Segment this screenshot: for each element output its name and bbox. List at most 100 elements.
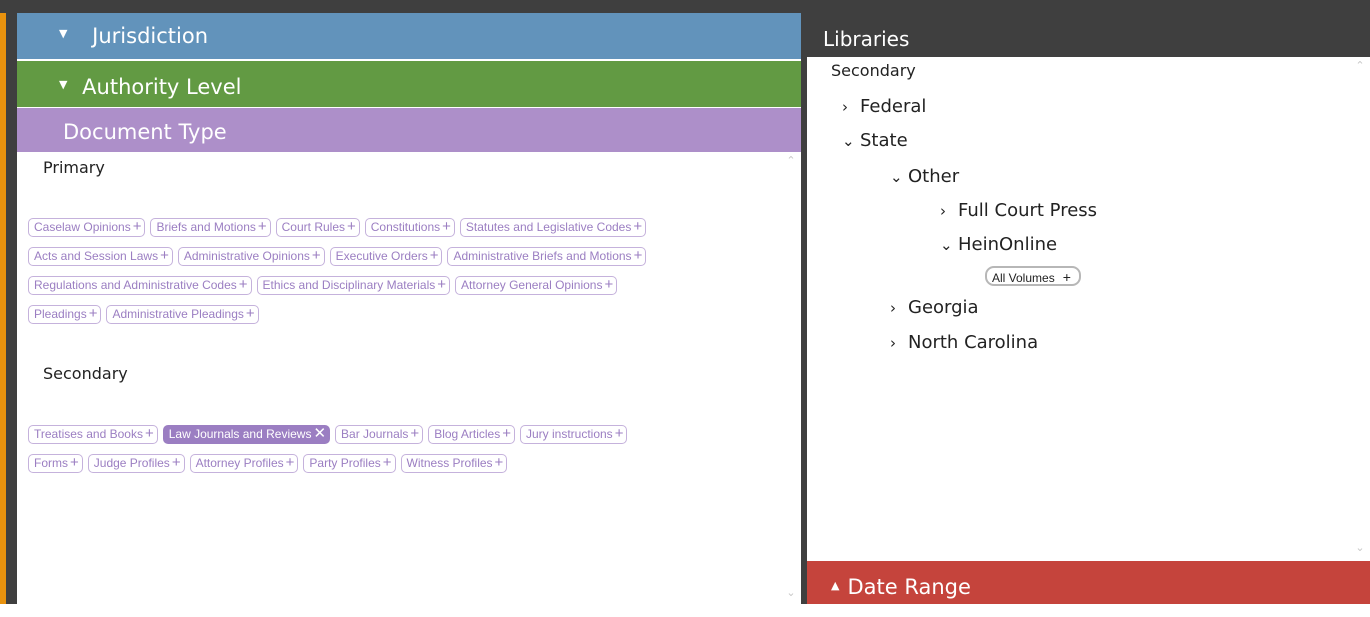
chip-label: Ethics and Disciplinary Materials (262, 278, 436, 292)
document-type-header[interactable]: Document Type (17, 108, 801, 152)
filter-chip[interactable]: Party Profiles + (303, 454, 396, 473)
plus-icon: + (442, 218, 451, 235)
chip-label: Administrative Pleadings (112, 307, 244, 321)
filter-chip[interactable]: Treatises and Books + (28, 425, 158, 444)
document-type-label: Document Type (63, 120, 227, 144)
tree-item-heinonline[interactable]: ⌄ HeinOnline (940, 234, 1057, 255)
plus-icon: + (70, 454, 79, 471)
filter-chip[interactable]: Constitutions + (364, 218, 455, 237)
plus-icon: + (604, 276, 614, 293)
plus-icon: + (144, 425, 154, 442)
filter-chip[interactable]: Briefs and Motions + (150, 218, 271, 237)
plus-icon: + (614, 425, 624, 442)
chip-label: Pleadings (34, 307, 87, 321)
collapse-arrow-icon: ▼ (59, 78, 68, 91)
plus-icon: + (285, 454, 295, 471)
filter-chip[interactable]: Jury instructions + (519, 425, 628, 444)
chip-label: Briefs and Motions (156, 220, 256, 234)
primary-title: Primary (43, 158, 105, 177)
chip-label: Treatises and Books (34, 427, 143, 441)
secondary-title: Secondary (43, 364, 128, 383)
top-bar (0, 0, 1370, 13)
filter-chip[interactable]: Law Journals and Reviews ✕ (162, 425, 331, 444)
filter-chip[interactable]: Administrative Opinions + (177, 247, 325, 266)
tree-label: Other (908, 166, 960, 187)
chevron-down-icon: ⌄ (842, 132, 855, 150)
scroll-down-icon[interactable]: ⌄ (781, 586, 801, 599)
filter-chip[interactable]: Statutes and Legislative Codes + (459, 218, 647, 237)
tree-item-other[interactable]: ⌄ Other (890, 166, 959, 187)
plus-icon: + (257, 218, 267, 235)
filter-chip[interactable]: Attorney General Opinions + (455, 276, 618, 295)
filter-chip[interactable]: Court Rules + (275, 218, 360, 237)
libraries-section-title: Secondary (831, 61, 916, 80)
plus-icon: + (245, 305, 255, 322)
plus-icon: + (633, 218, 643, 235)
plus-icon: + (132, 218, 142, 235)
filter-chip[interactable]: Regulations and Administrative Codes + (28, 276, 252, 295)
scroll-up-icon[interactable]: ⌃ (1350, 59, 1370, 72)
plus-icon: + (171, 454, 181, 471)
filter-chip[interactable]: Administrative Briefs and Motions + (447, 247, 647, 266)
collapse-arrow-icon: ▼ (59, 27, 68, 40)
filter-chip[interactable]: Executive Orders + (329, 247, 443, 266)
plus-icon: + (382, 454, 392, 471)
tree-label: Full Court Press (958, 200, 1098, 221)
authority-level-header[interactable]: ▼ Authority Level (17, 61, 801, 107)
chip-label: Bar Journals (341, 427, 409, 441)
plus-icon: + (502, 425, 511, 442)
all-volumes-chip[interactable]: All Volumes + (985, 266, 1081, 286)
tree-item-georgia[interactable]: › Georgia (890, 297, 979, 318)
filter-chip[interactable]: Caselaw Opinions + (28, 218, 146, 237)
date-range-label: Date Range (847, 575, 971, 599)
chip-label: Caselaw Opinions (34, 220, 131, 234)
chip-row: Treatises and Books + Law Journals and Rev… (28, 423, 768, 452)
document-type-panel: Primary Caselaw Opinions + Briefs and Moti… (17, 152, 801, 604)
remove-icon: ✕ (313, 425, 327, 442)
tree-item-state[interactable]: ⌄ State (842, 130, 908, 151)
date-range-header[interactable]: ▲ Date Range (807, 561, 1370, 604)
chevron-down-icon: ⌄ (890, 168, 903, 186)
chip-label: All Volumes (992, 271, 1055, 285)
filter-chip[interactable]: Bar Journals + (335, 425, 424, 444)
plus-icon: + (410, 425, 420, 442)
chip-label: Law Journals and Reviews (168, 427, 312, 441)
filter-chip[interactable]: Blog Articles + (428, 425, 515, 444)
jurisdiction-header[interactable]: ▼ Jurisdiction (17, 13, 801, 59)
chip-label: Forms (34, 456, 68, 470)
tree-label: HeinOnline (958, 234, 1058, 255)
chip-row: Forms + Judge Profiles + Attorney Profiles + P… (28, 452, 768, 481)
filter-chip[interactable]: Witness Profiles + (400, 454, 508, 473)
tree-item-north-carolina[interactable]: › North Carolina (890, 332, 1038, 353)
chip-label: Witness Profiles (406, 456, 493, 470)
chip-label: Executive Orders (335, 249, 428, 263)
scroll-up-icon[interactable]: ⌃ (781, 154, 801, 167)
filter-chip[interactable]: Judge Profiles + (87, 454, 185, 473)
filter-chip[interactable]: Ethics and Disciplinary Materials + (256, 276, 451, 295)
filter-chip[interactable]: Pleadings + (28, 305, 102, 324)
filter-chip[interactable]: Attorney Profiles + (189, 454, 299, 473)
chip-label: Constitutions (370, 220, 441, 234)
filter-chip[interactable]: Administrative Pleadings + (106, 305, 259, 324)
plus-icon: + (429, 247, 439, 264)
chip-label: Court Rules (281, 220, 345, 234)
plus-icon: + (88, 305, 98, 322)
left-gutter (6, 13, 17, 604)
scroll-down-icon[interactable]: ⌄ (1350, 541, 1370, 554)
chip-row: Caselaw Opinions + Briefs and Motions + Cour… (28, 216, 768, 245)
jurisdiction-label: Jurisdiction (92, 24, 209, 48)
authority-level-label: Authority Level (82, 75, 242, 99)
tree-item-full-court-press[interactable]: › Full Court Press (940, 200, 1097, 221)
filter-chip[interactable]: Acts and Session Laws + (28, 247, 173, 266)
chip-label: Administrative Briefs and Motions (453, 249, 632, 263)
filter-chip[interactable]: Forms + (28, 454, 83, 473)
tree-item-federal[interactable]: › Federal (842, 96, 926, 117)
chevron-right-icon: › (842, 98, 848, 116)
plus-icon: + (1062, 269, 1071, 285)
chevron-right-icon: › (940, 202, 946, 220)
tree-label: Georgia (908, 297, 979, 318)
chip-row: Pleadings + Administrative Pleadings + (28, 303, 768, 332)
left-scrollbar[interactable]: ⌃ ⌄ (781, 152, 801, 604)
chip-label: Administrative Opinions (183, 249, 310, 263)
plus-icon: + (437, 276, 447, 293)
